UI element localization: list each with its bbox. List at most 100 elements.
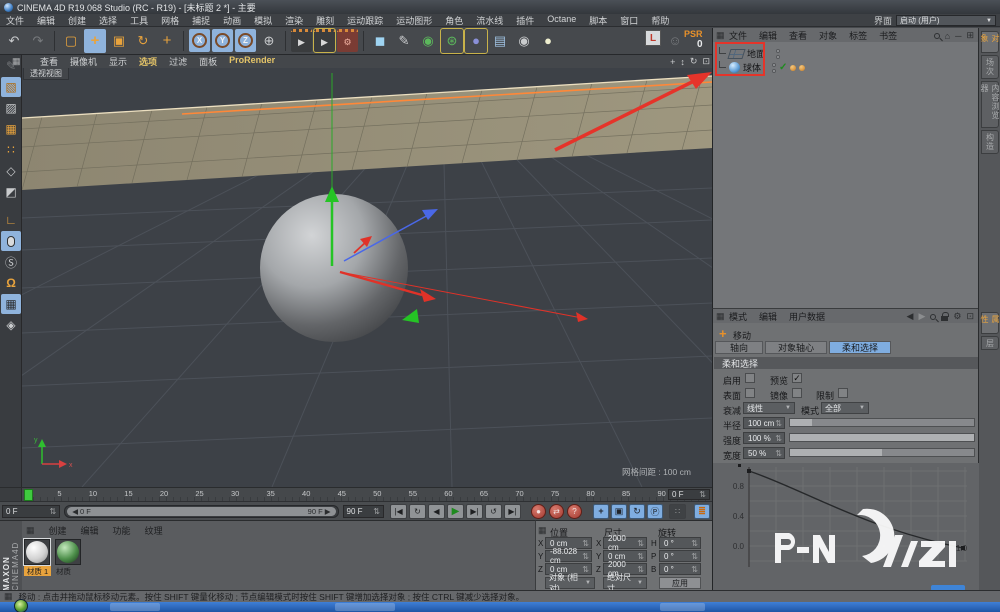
tab-soft-selection[interactable]: 柔和选择 bbox=[829, 341, 891, 354]
add-cube-button[interactable]: ◼ bbox=[369, 29, 391, 53]
viewport-solo-icon[interactable] bbox=[1, 231, 21, 251]
viewport-menu-item[interactable]: 摄像机 bbox=[70, 55, 97, 68]
move-tool-button[interactable]: + bbox=[84, 29, 106, 53]
orbit-icon[interactable]: ↻ bbox=[690, 56, 698, 67]
coordinate-system-button[interactable]: ⊕ bbox=[258, 29, 280, 53]
size-x-field[interactable]: 2000 cm⇅ bbox=[603, 537, 647, 549]
autokey-button[interactable]: ⇄ bbox=[549, 504, 564, 519]
strength-field[interactable]: 100 %⇅ bbox=[743, 432, 785, 444]
zoom-icon[interactable]: ↕ bbox=[680, 57, 685, 67]
render-settings-button[interactable]: ⚙ bbox=[337, 29, 358, 52]
falloff-dropdown[interactable]: 线性▼ bbox=[743, 402, 795, 414]
tab-object-axis[interactable]: 对象轴心 bbox=[765, 341, 827, 354]
play-button[interactable]: ▶ bbox=[447, 504, 464, 519]
timeline-ruler[interactable]: 051015202530354045505560657075808590 0 F… bbox=[0, 487, 712, 501]
om-menu-item[interactable]: 对象 bbox=[819, 29, 837, 42]
sphere-object[interactable] bbox=[260, 194, 408, 342]
panel-grid-icon[interactable]: ▦ bbox=[538, 525, 547, 536]
gear-icon[interactable]: ⚙ bbox=[953, 311, 961, 322]
menu-item[interactable]: 创建 bbox=[68, 14, 86, 27]
pos-y-field[interactable]: -88.028 cm⇅ bbox=[545, 550, 592, 562]
light-button[interactable]: ● bbox=[537, 29, 559, 53]
frame-range-slider[interactable]: ◀ 0 F 90 F ▶ bbox=[64, 505, 338, 518]
spinner-icon[interactable]: ⇅ bbox=[699, 490, 706, 499]
om-menu-item[interactable]: 文件 bbox=[729, 29, 747, 42]
pan-icon[interactable]: + bbox=[670, 57, 675, 67]
am-menu-item[interactable]: 用户数据 bbox=[789, 310, 825, 323]
edges-mode-icon[interactable]: ◇ bbox=[1, 161, 21, 181]
record-keyframe-button[interactable]: ● bbox=[531, 504, 546, 519]
timeline-layout-button[interactable]: ≣ bbox=[694, 504, 710, 519]
undo-button[interactable]: ↶ bbox=[3, 29, 25, 53]
taskbar-item[interactable] bbox=[110, 603, 160, 611]
material-label[interactable]: 材质 bbox=[56, 566, 71, 577]
tab-objects[interactable]: 对象 bbox=[981, 31, 999, 53]
material-swatch-2[interactable] bbox=[55, 539, 81, 565]
mode-dropdown[interactable]: 全部▼ bbox=[821, 402, 869, 414]
history-forward-icon[interactable]: ▶ bbox=[918, 311, 925, 322]
layout-icon[interactable]: L bbox=[645, 30, 661, 46]
panel-grid-icon[interactable]: ▦ bbox=[716, 30, 725, 41]
start-orb[interactable] bbox=[14, 599, 28, 612]
camera-button[interactable]: ◉ bbox=[513, 29, 535, 53]
width-field[interactable]: 50 %⇅ bbox=[743, 447, 785, 459]
menu-item[interactable]: 捕捉 bbox=[192, 14, 210, 27]
surface-checkbox[interactable] bbox=[745, 388, 755, 398]
spinner-icon[interactable]: ⇅ bbox=[775, 419, 782, 428]
position-mode-dropdown[interactable]: 对象 (相对)▼ bbox=[545, 577, 595, 589]
limit-checkbox[interactable] bbox=[838, 388, 848, 398]
plus-icon[interactable]: ⊞ bbox=[966, 30, 974, 41]
rot-b-field[interactable]: 0 °⇅ bbox=[659, 563, 701, 575]
rot-p-field[interactable]: 0 °⇅ bbox=[659, 550, 701, 562]
go-to-start-button[interactable]: |◀ bbox=[390, 504, 407, 519]
menu-item[interactable]: 脚本 bbox=[589, 14, 607, 27]
menu-item[interactable]: 编辑 bbox=[37, 14, 55, 27]
simulation-icon[interactable]: Ⓢ bbox=[1, 252, 21, 272]
workplane-mode-icon[interactable]: ▦ bbox=[1, 119, 21, 139]
radius-slider[interactable] bbox=[789, 418, 975, 427]
panel-grid-icon[interactable]: ▦ bbox=[26, 525, 35, 536]
redo-button[interactable]: ↷ bbox=[27, 29, 49, 53]
curve-point-end[interactable] bbox=[961, 546, 965, 550]
lock-x-axis-button[interactable]: X bbox=[189, 29, 210, 52]
menu-item[interactable]: Octane bbox=[547, 14, 576, 27]
am-menu-item[interactable]: 编辑 bbox=[759, 310, 777, 323]
minus-icon[interactable]: ─ bbox=[955, 31, 961, 41]
taskbar-item[interactable] bbox=[335, 603, 395, 611]
menu-item[interactable]: 动画 bbox=[223, 14, 241, 27]
menu-item[interactable]: 运动跟踪 bbox=[347, 14, 383, 27]
menu-item[interactable]: 模拟 bbox=[254, 14, 272, 27]
material-menu-item[interactable]: 纹理 bbox=[145, 524, 163, 537]
go-to-end-button[interactable]: ▶| bbox=[504, 504, 521, 519]
falloff-curve-graph[interactable]: 0.8 0.4 0.0 1.0 bbox=[713, 463, 979, 603]
phong-tag-icon[interactable] bbox=[790, 65, 796, 71]
panel-icon[interactable]: ⊡ bbox=[966, 311, 974, 322]
om-menu-item[interactable]: 编辑 bbox=[759, 29, 777, 42]
spinner-icon[interactable]: ⇅ bbox=[775, 434, 782, 443]
enabled-check-icon[interactable]: ✓ bbox=[779, 62, 787, 73]
next-frame-button[interactable]: ▶| bbox=[466, 504, 483, 519]
spinner-icon[interactable]: ⇅ bbox=[775, 449, 782, 458]
rot-h-field[interactable]: 0 °⇅ bbox=[659, 537, 701, 549]
texture-tag-icon[interactable] bbox=[799, 65, 805, 71]
toggle-view-icon[interactable]: ⊡ bbox=[702, 56, 710, 67]
keyframe-selection-button[interactable]: ? bbox=[567, 504, 582, 519]
key-position-button[interactable]: + bbox=[593, 504, 609, 519]
menu-item[interactable]: 角色 bbox=[445, 14, 463, 27]
om-menu-item[interactable]: 查看 bbox=[789, 29, 807, 42]
home-icon[interactable]: ⌂ bbox=[945, 31, 950, 41]
pla-button[interactable]: ∷ bbox=[669, 504, 686, 519]
curve-point-start[interactable] bbox=[747, 469, 751, 473]
key-parameter-button[interactable]: Ⓟ bbox=[647, 504, 663, 519]
tab-layers[interactable]: 层 bbox=[981, 336, 999, 350]
menu-item[interactable]: 运动图形 bbox=[396, 14, 432, 27]
om-menu-item[interactable]: 标签 bbox=[849, 29, 867, 42]
key-scale-button[interactable]: ▣ bbox=[611, 504, 627, 519]
windows-taskbar[interactable] bbox=[0, 602, 1000, 612]
snap-magnet-icon[interactable]: Ω bbox=[1, 273, 21, 293]
model-mode-icon[interactable]: ▧ bbox=[1, 77, 21, 97]
tab-axis[interactable]: 轴向 bbox=[715, 341, 763, 354]
lock-z-axis-button[interactable]: Z bbox=[235, 29, 256, 52]
menu-item[interactable]: 选择 bbox=[99, 14, 117, 27]
mirror-checkbox[interactable] bbox=[792, 388, 802, 398]
